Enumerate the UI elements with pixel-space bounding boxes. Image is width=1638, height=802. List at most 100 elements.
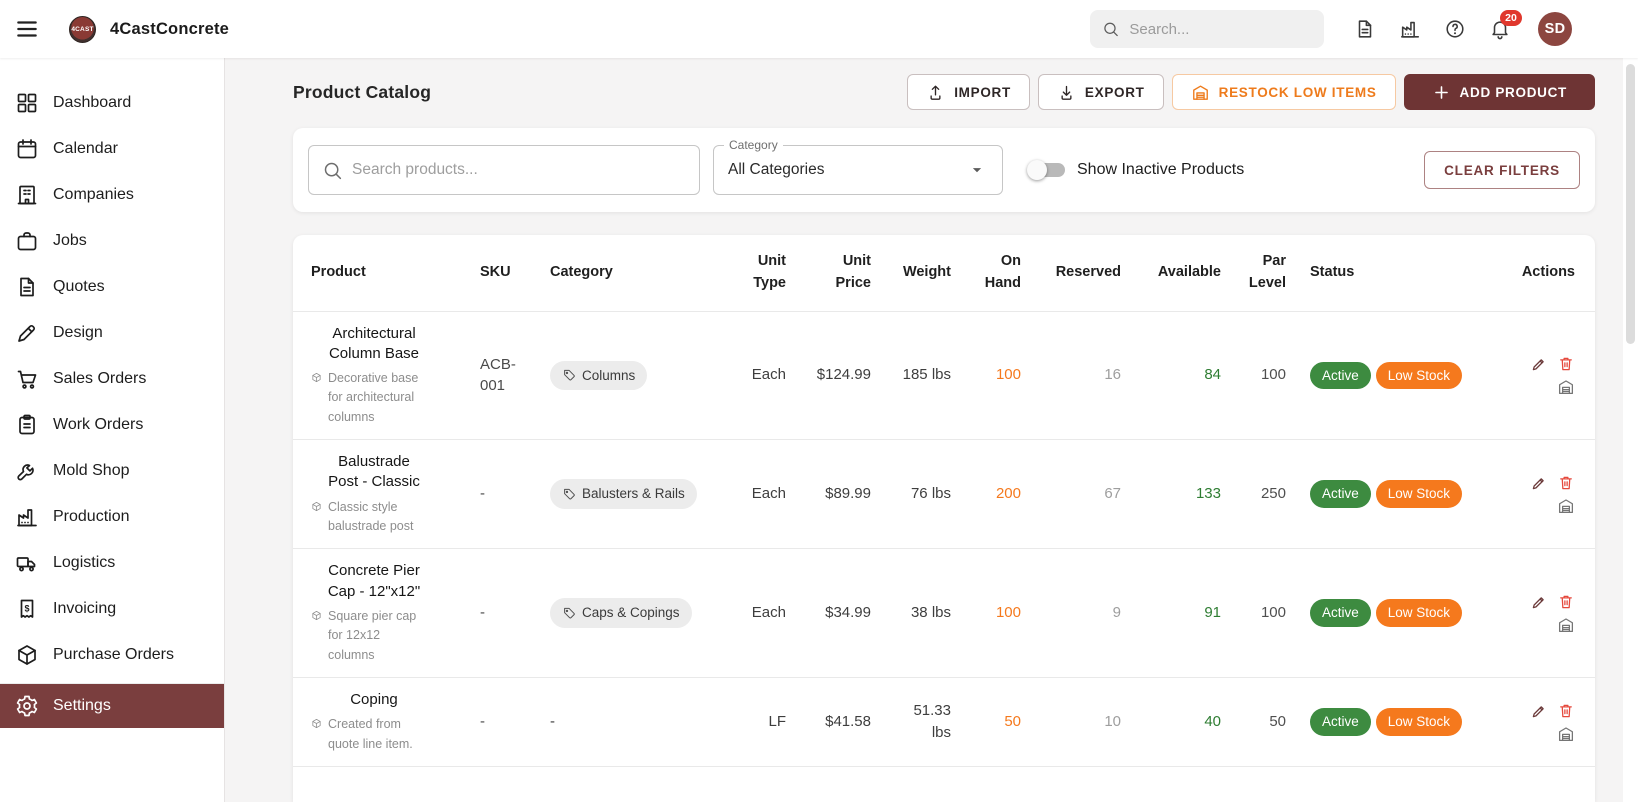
product-description: Classic style balustrade post bbox=[328, 499, 414, 533]
clipboard-icon bbox=[15, 413, 39, 437]
factory-icon bbox=[15, 505, 39, 529]
product-name: Concrete Pier Cap - 12"x12" bbox=[327, 562, 421, 600]
category-select[interactable]: Category All Categories bbox=[713, 138, 1003, 195]
svg-text:$: $ bbox=[24, 604, 29, 614]
toggle-track[interactable] bbox=[1027, 160, 1065, 180]
restock-item-icon[interactable] bbox=[1557, 378, 1575, 396]
status-badge: Active bbox=[1310, 599, 1371, 627]
gear-icon bbox=[15, 694, 39, 718]
chevron-down-icon bbox=[966, 159, 988, 181]
cart-icon bbox=[15, 367, 39, 391]
category-select-label: Category bbox=[724, 138, 783, 152]
production-icon[interactable] bbox=[1399, 18, 1421, 40]
sidebar-item-purchase-orders[interactable]: Purchase Orders bbox=[0, 632, 224, 678]
sku-cell: - bbox=[468, 439, 538, 549]
unit-price-cell: $41.58 bbox=[798, 677, 883, 767]
toggle-label: Show Inactive Products bbox=[1077, 161, 1245, 178]
sidebar-item-quotes[interactable]: Quotes bbox=[0, 264, 224, 310]
unit-type-cell: Each bbox=[733, 439, 798, 549]
bell-icon[interactable]: 20 bbox=[1489, 10, 1522, 40]
filter-bar: Category All Categories Show Inactive Pr… bbox=[293, 128, 1595, 212]
sidebar-item-jobs[interactable]: Jobs bbox=[0, 218, 224, 264]
weight-cell: 51.33 lbs bbox=[883, 677, 963, 767]
sidebar-item-label: Mold Shop bbox=[53, 462, 130, 479]
sidebar-item-dashboard[interactable]: Dashboard bbox=[0, 80, 224, 126]
col-par-level: Par Level bbox=[1248, 253, 1286, 291]
restock-item-icon[interactable] bbox=[1557, 616, 1575, 634]
sidebar-item-logistics[interactable]: Logistics bbox=[0, 540, 224, 586]
restock-item-icon[interactable] bbox=[1557, 725, 1575, 743]
stock-status-badge: Low Stock bbox=[1375, 480, 1463, 509]
restock-item-icon[interactable] bbox=[1557, 497, 1575, 515]
app-logo: 4CAST bbox=[69, 15, 96, 43]
col-actions: Actions bbox=[1521, 263, 1575, 280]
weight-cell: 185 lbs bbox=[883, 310, 963, 440]
truck-icon bbox=[15, 551, 39, 575]
sidebar-item-sales-orders[interactable]: Sales Orders bbox=[0, 356, 224, 402]
export-button[interactable]: EXPORT bbox=[1037, 74, 1164, 110]
vertical-scrollbar[interactable] bbox=[1623, 58, 1638, 802]
category-chip: Columns bbox=[550, 360, 648, 391]
product-description: Square pier cap for 12x12 columns bbox=[328, 608, 417, 662]
global-search[interactable] bbox=[1090, 10, 1324, 48]
import-button[interactable]: IMPORT bbox=[907, 74, 1030, 110]
scrollbar-thumb[interactable] bbox=[1626, 64, 1635, 344]
edit-icon[interactable] bbox=[1530, 702, 1548, 720]
help-icon[interactable] bbox=[1444, 18, 1466, 40]
sidebar-item-production[interactable]: Production bbox=[0, 494, 224, 540]
sidebar-item-work-orders[interactable]: Work Orders bbox=[0, 402, 224, 448]
col-category: Category bbox=[550, 263, 613, 280]
sidebar-item-label: Jobs bbox=[53, 232, 87, 249]
receipt-icon: $ bbox=[15, 597, 39, 621]
add-product-button[interactable]: ADD PRODUCT bbox=[1403, 74, 1595, 110]
par-level-cell: 100 bbox=[1233, 310, 1298, 440]
table-header-row: Product SKU Category Unit Type Unit Pric… bbox=[293, 235, 1595, 311]
par-level-cell: 100 bbox=[1233, 548, 1298, 678]
package-icon bbox=[311, 718, 322, 729]
edit-icon[interactable] bbox=[1530, 593, 1548, 611]
sidebar-item-companies[interactable]: Companies bbox=[0, 172, 224, 218]
tag-icon bbox=[562, 487, 576, 501]
sku-cell: - bbox=[468, 677, 538, 767]
product-name: Coping bbox=[350, 691, 398, 708]
delete-icon[interactable] bbox=[1557, 593, 1575, 611]
restock-low-items-button[interactable]: RESTOCK LOW ITEMS bbox=[1171, 74, 1396, 110]
product-search[interactable] bbox=[308, 145, 700, 195]
sidebar-item-design[interactable]: Design bbox=[0, 310, 224, 356]
category-select-value: All Categories bbox=[728, 161, 825, 178]
available-cell: 84 bbox=[1133, 310, 1233, 440]
edit-icon[interactable] bbox=[1530, 474, 1548, 492]
sidebar-nav: Dashboard Calendar Companies Jobs Quotes… bbox=[0, 58, 225, 802]
edit-icon[interactable] bbox=[1530, 355, 1548, 373]
toggle-thumb bbox=[1027, 160, 1047, 180]
sidebar-item-label: Quotes bbox=[53, 278, 105, 295]
delete-icon[interactable] bbox=[1557, 474, 1575, 492]
package-icon bbox=[311, 610, 322, 621]
cube-icon bbox=[15, 643, 39, 667]
table-row: Coping Created from quote line item. - -… bbox=[293, 677, 1595, 767]
sidebar-item-label: Invoicing bbox=[53, 600, 117, 617]
sidebar-item-settings[interactable]: Settings bbox=[0, 684, 224, 728]
sidebar-item-invoicing[interactable]: $ Invoicing bbox=[0, 586, 224, 632]
sidebar-item-label: Logistics bbox=[53, 554, 116, 571]
par-level-cell: 50 bbox=[1233, 677, 1298, 767]
delete-icon[interactable] bbox=[1557, 702, 1575, 720]
global-search-input[interactable] bbox=[1129, 20, 1312, 38]
user-avatar[interactable]: SD bbox=[1538, 12, 1572, 46]
sidebar-item-label: Design bbox=[53, 324, 103, 341]
search-icon bbox=[322, 160, 343, 181]
clear-filters-button[interactable]: CLEAR FILTERS bbox=[1424, 151, 1580, 189]
sidebar-item-calendar[interactable]: Calendar bbox=[0, 126, 224, 172]
product-search-input[interactable] bbox=[352, 161, 686, 179]
product-name: Architectural Column Base bbox=[328, 324, 420, 362]
sidebar-item-label: Calendar bbox=[53, 140, 118, 157]
show-inactive-toggle[interactable]: Show Inactive Products bbox=[1027, 160, 1245, 180]
documents-icon[interactable] bbox=[1354, 18, 1376, 40]
menu-icon[interactable] bbox=[14, 16, 40, 42]
sidebar-item-label: Work Orders bbox=[53, 416, 144, 433]
stock-status-badge: Low Stock bbox=[1375, 361, 1463, 390]
delete-icon[interactable] bbox=[1557, 355, 1575, 373]
on-hand-cell: 200 bbox=[963, 439, 1033, 549]
sidebar-item-mold-shop[interactable]: Mold Shop bbox=[0, 448, 224, 494]
stock-status-badge: Low Stock bbox=[1375, 599, 1463, 627]
